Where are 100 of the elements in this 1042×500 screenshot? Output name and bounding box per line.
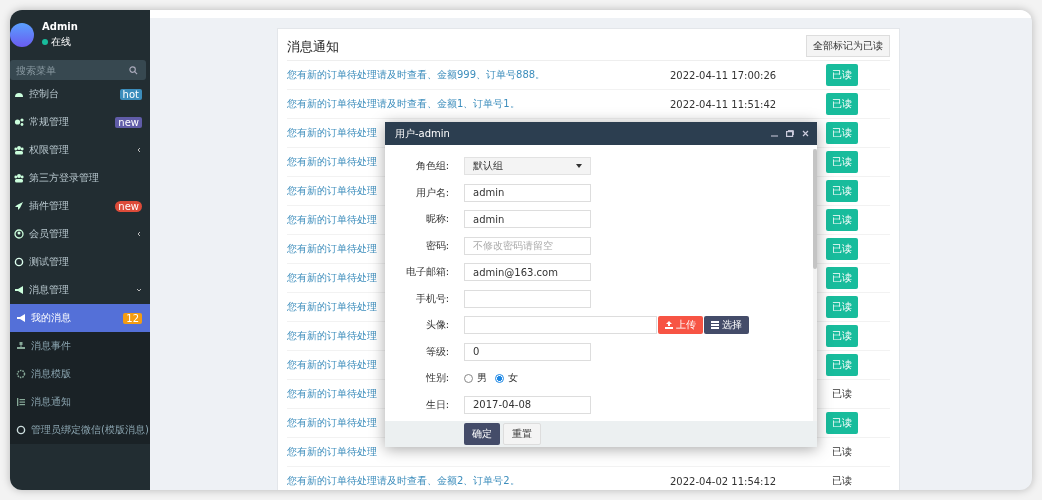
message-time: 2022-04-11 17:00:26 bbox=[670, 69, 777, 81]
menu-item[interactable]: 控制台 hot bbox=[10, 80, 150, 108]
menu-item[interactable]: 消息管理 bbox=[10, 276, 150, 304]
field-label: 电子邮箱: bbox=[404, 265, 449, 280]
mark-read-button[interactable]: 已读 bbox=[826, 122, 858, 144]
menu-item[interactable]: 常规管理 new bbox=[10, 108, 150, 136]
menu-label: 会员管理 bbox=[29, 227, 70, 241]
close-icon[interactable] bbox=[802, 130, 809, 137]
horn-icon bbox=[16, 313, 26, 323]
mark-all-read-button[interactable]: 全部标记为已读 bbox=[806, 35, 890, 57]
reset-button[interactable]: 重置 bbox=[503, 423, 541, 445]
menu-item[interactable]: 测试管理 bbox=[10, 248, 150, 276]
scrollbar-thumb[interactable] bbox=[813, 149, 817, 269]
read-status: 已读 bbox=[832, 387, 852, 401]
menu-item[interactable]: 插件管理 new bbox=[10, 192, 150, 220]
mark-read-button[interactable]: 已读 bbox=[826, 412, 858, 434]
field-label: 生日: bbox=[424, 397, 449, 412]
rocket-icon bbox=[14, 201, 24, 211]
menu-label: 消息管理 bbox=[29, 283, 70, 297]
upload-button[interactable]: 上传 bbox=[658, 316, 703, 335]
submenu-item[interactable]: 消息事件 bbox=[10, 332, 150, 360]
maximize-icon[interactable] bbox=[786, 130, 794, 137]
input-field[interactable] bbox=[464, 316, 657, 335]
mark-read-button[interactable]: 已读 bbox=[826, 267, 858, 289]
avatar bbox=[10, 23, 34, 47]
field-label: 性别: bbox=[424, 371, 449, 386]
radio-button[interactable] bbox=[495, 373, 504, 383]
chevron-icon bbox=[136, 231, 142, 237]
circle-icon bbox=[14, 257, 24, 267]
input-field[interactable]: admin bbox=[464, 183, 591, 202]
menu-item[interactable]: 会员管理 bbox=[10, 220, 150, 248]
choose-button[interactable]: 选择 bbox=[704, 316, 749, 335]
menu-item[interactable]: 权限管理 bbox=[10, 136, 150, 164]
submenu-item[interactable]: 消息通知 bbox=[10, 388, 150, 416]
radio-label: 女 bbox=[508, 371, 518, 386]
message-link[interactable]: 您有新的订单待处理请及时查看、金额1、订单号1。 bbox=[287, 97, 670, 111]
mark-read-button[interactable]: 已读 bbox=[826, 64, 858, 86]
menu-label: 消息事件 bbox=[31, 339, 72, 353]
page-title: 消息通知 bbox=[287, 38, 339, 56]
submenu-item[interactable]: 管理员绑定微信(模版消息) bbox=[10, 416, 150, 444]
field-label: 手机号: bbox=[414, 291, 449, 306]
menu-item[interactable]: 第三方登录管理 bbox=[10, 164, 150, 192]
menu-badge: 12 bbox=[123, 312, 142, 324]
input-field[interactable] bbox=[464, 289, 591, 308]
menu-label: 消息通知 bbox=[31, 395, 72, 409]
input-field[interactable]: 0 bbox=[464, 342, 591, 361]
mark-read-button[interactable]: 已读 bbox=[826, 325, 858, 347]
online-status: 在线 bbox=[42, 35, 78, 49]
menu-label: 权限管理 bbox=[29, 143, 70, 157]
menu-label: 消息模版 bbox=[31, 367, 72, 381]
field-label: 头像: bbox=[424, 318, 449, 333]
input-field[interactable]: admin bbox=[464, 210, 591, 229]
submenu-item[interactable]: 消息模版 bbox=[10, 360, 150, 388]
mark-read-button[interactable]: 已读 bbox=[826, 209, 858, 231]
radio-label: 男 bbox=[477, 371, 487, 386]
message-time: 2022-04-11 11:51:42 bbox=[670, 98, 777, 110]
field-label: 角色组: bbox=[414, 159, 449, 174]
mark-read-button[interactable]: 已读 bbox=[826, 238, 858, 260]
menu-label: 插件管理 bbox=[29, 199, 70, 213]
field-label: 密码: bbox=[424, 238, 449, 253]
field-label: 等级: bbox=[424, 344, 449, 359]
message-link[interactable]: 您有新的订单待处理 bbox=[287, 445, 670, 459]
message-link[interactable]: 您有新的订单待处理请及时查看、金额2、订单号2。 bbox=[287, 474, 670, 488]
radio-button[interactable] bbox=[464, 373, 473, 383]
mark-read-button[interactable]: 已读 bbox=[826, 296, 858, 318]
menu-label: 测试管理 bbox=[29, 255, 70, 269]
role-select[interactable]: 默认组 bbox=[464, 157, 591, 176]
menu-label: 常规管理 bbox=[29, 115, 70, 129]
list-icon bbox=[16, 397, 26, 407]
menu-label: 控制台 bbox=[29, 87, 60, 101]
message-link[interactable]: 您有新的订单待处理请及时查看、金额999、订单号888。 bbox=[287, 68, 670, 82]
users-icon bbox=[14, 173, 24, 183]
mark-read-button[interactable]: 已读 bbox=[826, 151, 858, 173]
submenu-item[interactable]: 我的消息 12 bbox=[10, 304, 150, 332]
circle-icon bbox=[16, 425, 26, 435]
menu-badge: new bbox=[115, 116, 142, 128]
mark-read-button[interactable]: 已读 bbox=[826, 93, 858, 115]
search-icon bbox=[129, 65, 138, 75]
menu-label: 第三方登录管理 bbox=[29, 171, 100, 185]
users-icon bbox=[14, 145, 24, 155]
user-icon bbox=[14, 229, 24, 239]
menu-badge: hot bbox=[119, 88, 142, 100]
menu-label: 管理员绑定微信(模版消息) bbox=[31, 423, 149, 437]
input-field[interactable]: 2017-04-08 bbox=[464, 395, 591, 414]
confirm-button[interactable]: 确定 bbox=[464, 423, 500, 445]
chevron-icon bbox=[136, 147, 142, 153]
read-status: 已读 bbox=[832, 474, 852, 488]
input-field[interactable]: 不修改密码请留空 bbox=[464, 236, 591, 255]
search-field[interactable]: 搜索菜单 bbox=[10, 60, 146, 80]
mark-read-button[interactable]: 已读 bbox=[826, 180, 858, 202]
menu-label: 我的消息 bbox=[31, 311, 72, 325]
message-time: 2022-04-02 11:54:12 bbox=[670, 475, 777, 487]
input-field[interactable]: admin@163.com bbox=[464, 263, 591, 282]
menu-badge: new bbox=[115, 200, 142, 212]
mark-read-button[interactable]: 已读 bbox=[826, 354, 858, 376]
chevron-icon bbox=[136, 287, 142, 293]
horn-icon bbox=[14, 285, 24, 295]
read-status: 已读 bbox=[832, 445, 852, 459]
upload-icon bbox=[665, 321, 673, 330]
list-icon bbox=[711, 321, 719, 330]
